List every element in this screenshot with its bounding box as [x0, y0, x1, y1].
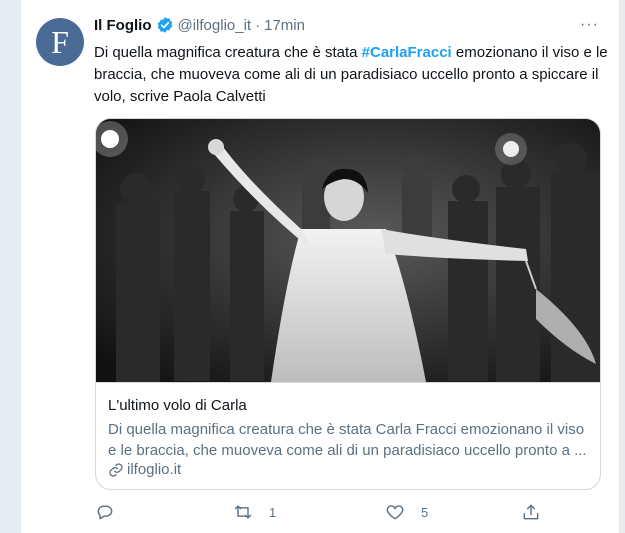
tweet-text: Di quella magnifica creatura che è stata…	[94, 42, 609, 108]
account-name[interactable]: Il Foglio	[94, 17, 152, 34]
heart-icon	[386, 505, 404, 520]
reply-button[interactable]	[95, 502, 131, 522]
card-description: Di quella magnifica creatura che è stata…	[108, 421, 587, 459]
hashtag-link[interactable]: #CarlaFracci	[362, 44, 452, 61]
tweet-time[interactable]: 17min	[264, 17, 305, 34]
link-card[interactable]: L'ultimo volo di Carla Di quella magnifi…	[95, 118, 601, 490]
verified-badge-icon	[157, 17, 172, 33]
action-bar: 1 5	[95, 502, 539, 526]
retweet-count: 1	[269, 504, 277, 520]
account-handle[interactable]: @ilfoglio_it	[178, 17, 252, 34]
share-icon	[523, 504, 539, 520]
share-button[interactable]	[521, 502, 541, 522]
like-count: 5	[421, 504, 429, 520]
like-button[interactable]: 5	[385, 502, 428, 522]
tweet[interactable]: F Il Foglio @ilfoglio_it · 17min ··· Di …	[20, 0, 620, 533]
tweet-text-before: Di quella magnifica creatura che è stata	[94, 44, 362, 61]
card-domain: ilfoglio.it	[108, 461, 181, 478]
more-options-icon[interactable]: ···	[580, 16, 599, 34]
separator-dot: ·	[255, 16, 261, 34]
card-title: L'ultimo volo di Carla	[108, 397, 247, 414]
retweet-icon	[234, 505, 252, 519]
reply-icon	[97, 505, 113, 520]
tweet-header: Il Foglio @ilfoglio_it · 17min ···	[94, 14, 599, 36]
link-icon	[109, 462, 123, 477]
avatar-letter: F	[51, 23, 69, 60]
avatar[interactable]: F	[36, 18, 84, 66]
dancer-photo	[96, 119, 600, 382]
card-image[interactable]	[96, 119, 600, 382]
retweet-button[interactable]: 1	[233, 502, 276, 522]
card-body[interactable]: L'ultimo volo di Carla Di quella magnifi…	[96, 382, 600, 489]
card-domain-text: ilfoglio.it	[127, 461, 182, 478]
